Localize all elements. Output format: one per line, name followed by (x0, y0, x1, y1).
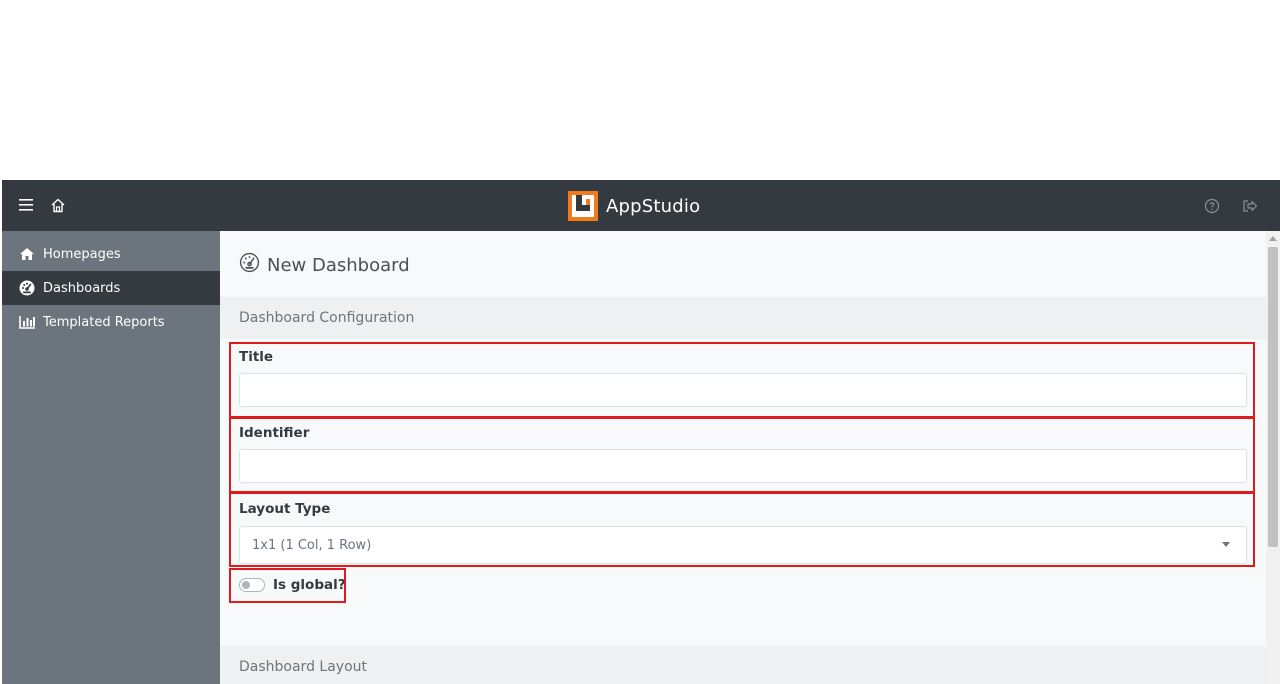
menu-icon[interactable] (16, 195, 36, 215)
sidebar-item-dashboards[interactable]: Dashboards (2, 271, 220, 305)
toggle-knob (242, 581, 250, 589)
scroll-up-arrow-icon[interactable] (1269, 236, 1277, 241)
layout-type-label: Layout Type (239, 501, 331, 517)
sidebar-item-templated-reports[interactable]: Templated Reports (2, 305, 220, 339)
sidebar: Homepages Dashboards Templated Reports (2, 231, 220, 684)
sidebar-item-label: Homepages (43, 246, 121, 262)
title-form-group: Title (239, 349, 1247, 407)
dashboard-icon (239, 252, 260, 278)
page-title: New Dashboard (239, 252, 410, 278)
home-icon (17, 246, 37, 262)
home-icon[interactable] (48, 195, 68, 215)
appstudio-logo-icon (568, 191, 598, 221)
section-header-configuration: Dashboard Configuration (220, 297, 1266, 339)
bar-chart-icon (17, 314, 37, 330)
is-global-row: Is global? (239, 577, 346, 593)
help-icon[interactable] (1202, 196, 1222, 216)
brand[interactable]: AppStudio (568, 191, 700, 221)
app-window: AppStudio Homepages Dashboards Templated… (2, 180, 1280, 684)
brand-name: AppStudio (606, 195, 701, 217)
scroll-thumb[interactable] (1268, 247, 1278, 547)
sidebar-item-label: Templated Reports (43, 314, 165, 330)
scrollbar[interactable] (1266, 231, 1280, 684)
main-content: New Dashboard Dashboard Configuration Ti… (220, 231, 1266, 684)
identifier-input[interactable] (239, 449, 1247, 483)
top-navbar: AppStudio (2, 180, 1280, 231)
chevron-down-icon (1222, 542, 1230, 547)
is-global-toggle[interactable] (239, 578, 265, 592)
sidebar-item-homepages[interactable]: Homepages (2, 237, 220, 271)
layout-type-select[interactable]: 1x1 (1 Col, 1 Row) (239, 526, 1247, 564)
identifier-label: Identifier (239, 425, 310, 441)
sidebar-item-label: Dashboards (43, 280, 121, 296)
page-title-text: New Dashboard (267, 254, 410, 276)
title-label: Title (239, 349, 274, 365)
logout-icon[interactable] (1240, 196, 1260, 216)
identifier-form-group: Identifier (239, 425, 1247, 483)
title-input[interactable] (239, 373, 1247, 407)
layout-type-form-group: Layout Type 1x1 (1 Col, 1 Row) (239, 501, 1247, 564)
section-header-layout: Dashboard Layout (220, 646, 1266, 684)
is-global-label: Is global? (273, 577, 346, 593)
layout-type-value: 1x1 (1 Col, 1 Row) (252, 537, 372, 553)
dashboard-icon (17, 280, 37, 296)
